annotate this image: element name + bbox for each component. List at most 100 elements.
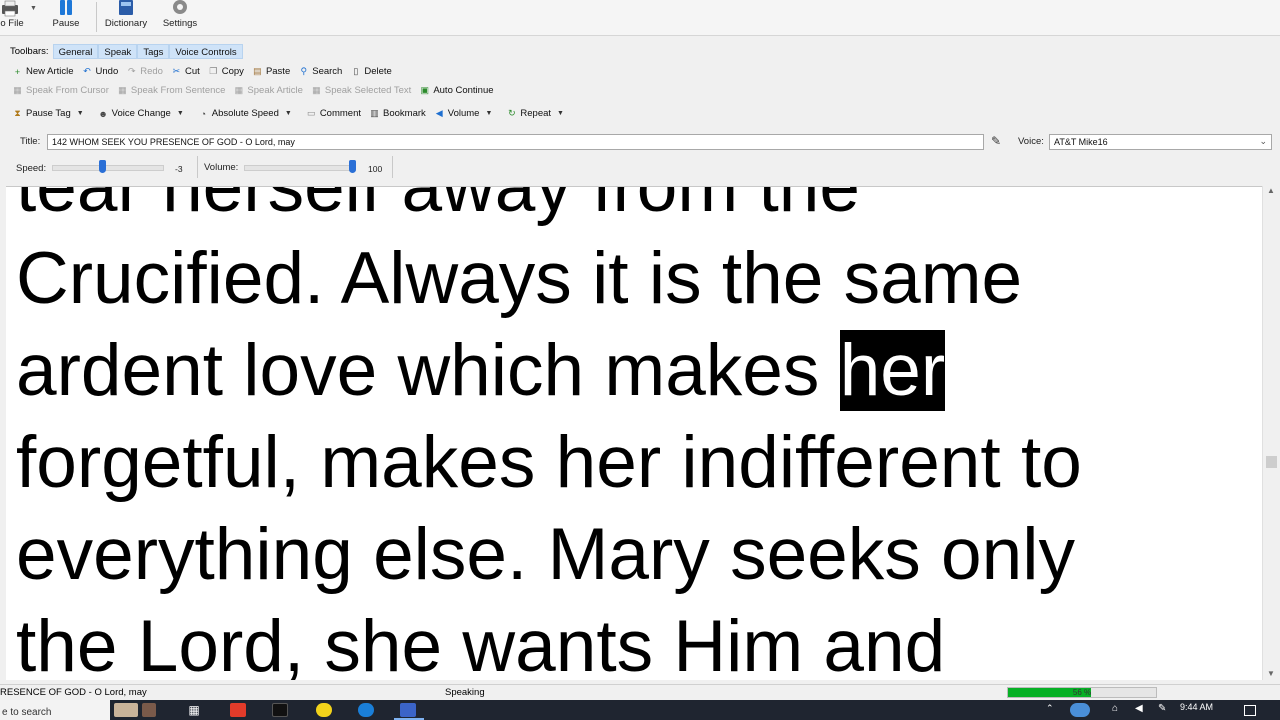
search-button[interactable]: ⚲ Search: [294, 62, 346, 81]
voice-select-value: AT&T Mike16: [1054, 137, 1108, 147]
pen-tray-icon[interactable]: ✎: [1158, 703, 1166, 714]
undo-icon: ↶: [83, 66, 91, 76]
pause-tag-button[interactable]: ⧗ Pause Tag ▼: [8, 104, 94, 123]
dropdown-arrow-icon[interactable]: ▼: [77, 110, 84, 117]
voice-change-button[interactable]: ☻ Voice Change ▼: [94, 104, 194, 123]
dictionary-button[interactable]: Dictionary: [102, 0, 150, 34]
absolute-speed-button[interactable]: ◔ Absolute Speed ▼: [194, 104, 302, 123]
settings-button[interactable]: Settings: [158, 0, 202, 34]
gear-icon: [173, 0, 187, 14]
speed-slider-thumb[interactable]: [99, 160, 106, 173]
paste-button[interactable]: ▤ Paste: [248, 62, 294, 81]
volume-button[interactable]: ◀ Volume ▼: [430, 104, 503, 123]
cloud-icon[interactable]: [1070, 703, 1090, 717]
tab-tags[interactable]: Tags: [137, 44, 170, 59]
scroll-up-icon[interactable]: ▲: [1267, 186, 1275, 195]
voice-label: Voice:: [1018, 136, 1044, 147]
tiktok-icon[interactable]: [272, 703, 288, 717]
speak-toolbar: ▦ Speak From Cursor ▦ Speak From Sentence …: [8, 81, 498, 100]
scissors-icon: ✂: [172, 66, 181, 76]
chevron-up-icon[interactable]: ⌃: [1046, 703, 1054, 714]
scrollbar-thumb[interactable]: [1266, 456, 1277, 468]
speak-icon: ▦: [13, 85, 22, 95]
network-icon[interactable]: ⌂: [1112, 703, 1118, 714]
volume-value: 100: [368, 164, 383, 174]
new-document-icon: +: [14, 66, 21, 77]
app-thumbnail-icon[interactable]: [114, 703, 138, 717]
document-text: tear herself away from the Crucified. Al…: [16, 187, 1256, 680]
tab-speak[interactable]: Speak: [98, 44, 138, 59]
delete-icon: ▯: [353, 66, 359, 76]
toolbar-panel: Toolbars: General Speak Tags Voice Contr…: [0, 37, 1280, 184]
text-line: the Lord, she wants Him and: [16, 606, 946, 680]
bookmark-button[interactable]: ▥ Bookmark: [365, 104, 430, 123]
dictionary-label: Dictionary: [104, 18, 148, 29]
file-button[interactable]: o File: [0, 0, 24, 34]
title-input[interactable]: 142 WHOM SEEK YOU PRESENCE OF GOD - O Lo…: [47, 134, 984, 150]
browser-icon[interactable]: [230, 703, 246, 717]
volume-slider-thumb[interactable]: [349, 160, 356, 173]
speed-label: Speed:: [16, 163, 47, 174]
speaker-icon: ◀: [435, 108, 443, 118]
text-line: forgetful, makes her indifferent to: [16, 422, 1082, 503]
speak-from-cursor-button[interactable]: ▦ Speak From Cursor: [8, 81, 113, 100]
pause-button[interactable]: Pause: [46, 0, 86, 34]
dropdown-arrow-icon[interactable]: ▼: [557, 110, 564, 117]
tab-general[interactable]: General: [52, 44, 99, 59]
speak-article-button[interactable]: ▦ Speak Article: [229, 81, 306, 100]
undo-button[interactable]: ↶ Undo: [78, 62, 123, 81]
dropdown-arrow-icon[interactable]: ▼: [285, 110, 292, 117]
voice-select[interactable]: AT&T Mike16 ⌄: [1049, 134, 1272, 150]
dropdown-arrow-icon[interactable]: ▼: [177, 110, 184, 117]
repeat-button[interactable]: ↻ Repeat ▼: [502, 104, 574, 123]
current-word-highlight: her: [839, 330, 946, 411]
notification-icon[interactable]: [1244, 705, 1256, 716]
delete-button[interactable]: ▯ Delete: [346, 62, 395, 81]
cut-button[interactable]: ✂ Cut: [167, 62, 204, 81]
auto-continue-button[interactable]: ▣ Auto Continue: [415, 81, 497, 100]
pen-icon[interactable]: ✎: [991, 134, 1001, 148]
speak-selected-text-button[interactable]: ▦ Speak Selected Text: [307, 81, 415, 100]
volume-tray-icon[interactable]: ◀: [1135, 703, 1143, 714]
settings-label: Settings: [162, 18, 198, 29]
edge-icon[interactable]: [358, 703, 374, 717]
slider-row: Speed: -3 Volume: 100: [0, 156, 1280, 180]
undo-label: Undo: [95, 66, 119, 77]
volume-slider[interactable]: [244, 165, 356, 171]
status-title: RESENCE OF GOD - O Lord, may: [0, 687, 147, 698]
speak-from-sentence-button[interactable]: ▦ Speak From Sentence: [113, 81, 230, 100]
toolbars-label: Toolbars:: [10, 46, 49, 57]
pause-icon: [60, 0, 72, 15]
taskbar-search-text: e to search: [2, 707, 52, 718]
document-editor[interactable]: tear herself away from the Crucified. Al…: [6, 186, 1262, 680]
tags-toolbar: ⧗ Pause Tag ▼ ☻ Voice Change ▼ ◔ Absolute Spe…: [8, 104, 574, 123]
copy-icon: ❐: [209, 66, 218, 76]
copy-button[interactable]: ❐ Copy: [204, 62, 248, 81]
dropdown-arrow-icon[interactable]: ▼: [485, 110, 492, 117]
pause-label: Pause: [52, 18, 80, 29]
toolbar-tabs: Toolbars: General Speak Tags Voice Contr…: [10, 42, 243, 61]
redo-button[interactable]: ↷ Redo: [122, 62, 167, 81]
bookmark-icon: ▥: [370, 108, 379, 118]
speak-icon: ▦: [234, 85, 244, 95]
file-dropdown-icon[interactable]: ▼: [30, 5, 37, 12]
vertical-scrollbar[interactable]: ▲ ▼: [1262, 186, 1280, 680]
speak-icon: ▦: [118, 85, 127, 95]
magnifier-icon: ⚲: [300, 66, 308, 76]
snapchat-icon[interactable]: [316, 703, 332, 717]
text-to-speech-app-icon[interactable]: [400, 703, 416, 717]
task-view-icon[interactable]: ▦: [186, 703, 202, 717]
status-bar: RESENCE OF GOD - O Lord, may Speaking 56…: [0, 684, 1280, 700]
taskbar-search[interactable]: e to search: [0, 700, 110, 720]
speed-slider[interactable]: [52, 165, 164, 171]
new-article-button[interactable]: + New Article: [8, 62, 78, 81]
speed-value: -3: [175, 164, 183, 174]
scroll-down-icon[interactable]: ▼: [1267, 669, 1275, 678]
repeat-label: Repeat: [520, 108, 552, 119]
tab-voice-controls[interactable]: Voice Controls: [169, 44, 243, 59]
bookmark-label: Bookmark: [383, 108, 426, 119]
comment-button[interactable]: ▭ Comment: [302, 104, 365, 123]
comment-icon: ▭: [307, 108, 316, 118]
delete-label: Delete: [364, 66, 392, 77]
app-thumbnail-icon[interactable]: [142, 703, 156, 717]
